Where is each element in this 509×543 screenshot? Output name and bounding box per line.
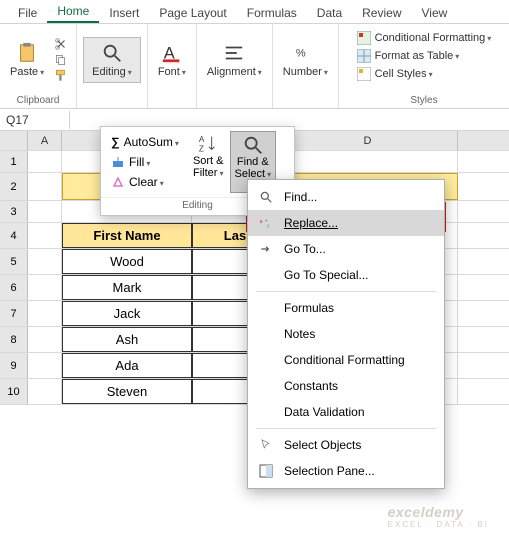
menu-notes[interactable]: Notes bbox=[248, 321, 444, 347]
cell[interactable] bbox=[28, 353, 62, 378]
row-header[interactable]: 10 bbox=[0, 379, 28, 404]
alignment-label: Alignment bbox=[207, 66, 262, 78]
clear-button[interactable]: Clear bbox=[107, 173, 183, 191]
find-select-menu: Find... acReplace... Go To... Go To Spec… bbox=[247, 179, 445, 489]
format-painter-icon[interactable] bbox=[52, 69, 70, 83]
cell[interactable] bbox=[28, 151, 62, 172]
svg-text:A: A bbox=[199, 135, 205, 144]
tab-formulas[interactable]: Formulas bbox=[237, 3, 307, 23]
tab-file[interactable]: File bbox=[8, 3, 47, 23]
tab-page-layout[interactable]: Page Layout bbox=[149, 3, 236, 23]
number-label: Number bbox=[283, 66, 328, 78]
pointer-icon bbox=[258, 437, 274, 453]
editing-dropdown-button[interactable]: Editing bbox=[83, 37, 141, 83]
autosum-button[interactable]: ∑AutoSum bbox=[107, 133, 183, 151]
cell[interactable] bbox=[28, 301, 62, 326]
tab-data[interactable]: Data bbox=[307, 3, 352, 23]
clipboard-group-label: Clipboard bbox=[17, 93, 60, 108]
watermark: exceldemy EXCEL · DATA · BI bbox=[388, 504, 489, 529]
font-dropdown-button[interactable]: A Font bbox=[154, 40, 190, 80]
row-header[interactable]: 1 bbox=[0, 151, 28, 172]
table-cell[interactable]: Steven bbox=[62, 379, 192, 404]
group-alignment: Alignment bbox=[197, 24, 273, 108]
table-cell[interactable]: Wood bbox=[62, 249, 192, 274]
cell[interactable] bbox=[28, 249, 62, 274]
row-header[interactable]: 6 bbox=[0, 275, 28, 300]
menu-find[interactable]: Find... bbox=[248, 184, 444, 210]
group-clipboard: Paste Clipboard bbox=[0, 24, 77, 108]
tab-insert[interactable]: Insert bbox=[99, 3, 149, 23]
svg-text:a: a bbox=[260, 219, 263, 225]
table-cell[interactable]: Jack bbox=[62, 301, 192, 326]
row-header[interactable]: 4 bbox=[0, 223, 28, 248]
alignment-dropdown-button[interactable]: Alignment bbox=[203, 40, 266, 80]
svg-text:c: c bbox=[267, 224, 270, 230]
format-as-table-button[interactable]: Format as Table bbox=[355, 48, 494, 64]
row-header[interactable]: 2 bbox=[0, 173, 28, 200]
select-all-corner[interactable] bbox=[0, 131, 28, 150]
col-header-a[interactable]: A bbox=[28, 131, 62, 150]
group-font: A Font bbox=[148, 24, 197, 108]
fill-button[interactable]: Fill bbox=[107, 153, 183, 171]
conditional-formatting-button[interactable]: Conditional Formatting bbox=[355, 30, 494, 46]
cell[interactable] bbox=[28, 275, 62, 300]
menu-select-objects[interactable]: Select Objects bbox=[248, 432, 444, 458]
row-header[interactable]: 3 bbox=[0, 201, 28, 222]
row-header[interactable]: 7 bbox=[0, 301, 28, 326]
cut-icon[interactable] bbox=[52, 37, 70, 51]
cell[interactable] bbox=[28, 223, 62, 248]
editing-label: Editing bbox=[92, 66, 132, 78]
table-cell[interactable]: Ash bbox=[62, 327, 192, 352]
goto-icon bbox=[258, 241, 274, 257]
ribbon: Paste Clipboard Editing A Font bbox=[0, 24, 509, 109]
cell[interactable] bbox=[28, 327, 62, 352]
cell[interactable] bbox=[278, 151, 458, 172]
cell-styles-button[interactable]: Cell Styles bbox=[355, 66, 494, 82]
menu-data-validation[interactable]: Data Validation bbox=[248, 399, 444, 425]
ribbon-tabs: File Home Insert Page Layout Formulas Da… bbox=[0, 0, 509, 24]
copy-icon[interactable] bbox=[52, 53, 70, 67]
search-icon bbox=[258, 189, 274, 205]
name-box[interactable]: Q17 bbox=[0, 111, 70, 129]
menu-selection-pane[interactable]: Selection Pane... bbox=[248, 458, 444, 484]
font-label: Font bbox=[158, 66, 186, 78]
replace-icon: ac bbox=[258, 215, 274, 231]
cell[interactable] bbox=[28, 201, 62, 222]
menu-replace[interactable]: acReplace... bbox=[248, 210, 444, 236]
table-header-first[interactable]: First Name bbox=[62, 223, 192, 248]
row-header[interactable]: 5 bbox=[0, 249, 28, 274]
sort-filter-button[interactable]: AZ Sort & Filter bbox=[189, 131, 228, 193]
paste-button[interactable]: Paste bbox=[6, 40, 48, 80]
table-cell[interactable]: Mark bbox=[62, 275, 192, 300]
cell[interactable] bbox=[28, 173, 62, 200]
svg-text:%: % bbox=[296, 47, 306, 59]
menu-goto[interactable]: Go To... bbox=[248, 236, 444, 262]
group-number: % Number bbox=[273, 24, 339, 108]
col-header-d[interactable]: D bbox=[278, 131, 458, 150]
menu-conditional-formatting[interactable]: Conditional Formatting bbox=[248, 347, 444, 373]
number-dropdown-button[interactable]: % Number bbox=[279, 40, 332, 80]
menu-formulas[interactable]: Formulas bbox=[248, 295, 444, 321]
styles-group-label: Styles bbox=[410, 93, 437, 108]
tab-review[interactable]: Review bbox=[352, 3, 411, 23]
cell[interactable] bbox=[28, 379, 62, 404]
row-header[interactable]: 8 bbox=[0, 327, 28, 352]
menu-goto-special[interactable]: Go To Special... bbox=[248, 262, 444, 288]
menu-constants[interactable]: Constants bbox=[248, 373, 444, 399]
row-header[interactable]: 9 bbox=[0, 353, 28, 378]
formula-input[interactable] bbox=[70, 118, 509, 122]
tab-home[interactable]: Home bbox=[47, 1, 99, 23]
tab-view[interactable]: View bbox=[412, 3, 458, 23]
table-cell[interactable]: Ada bbox=[62, 353, 192, 378]
group-editing: Editing bbox=[77, 24, 148, 108]
svg-text:Z: Z bbox=[199, 144, 204, 153]
pane-icon bbox=[258, 463, 274, 479]
group-styles: Conditional Formatting Format as Table C… bbox=[339, 24, 509, 108]
paste-label: Paste bbox=[10, 66, 44, 78]
